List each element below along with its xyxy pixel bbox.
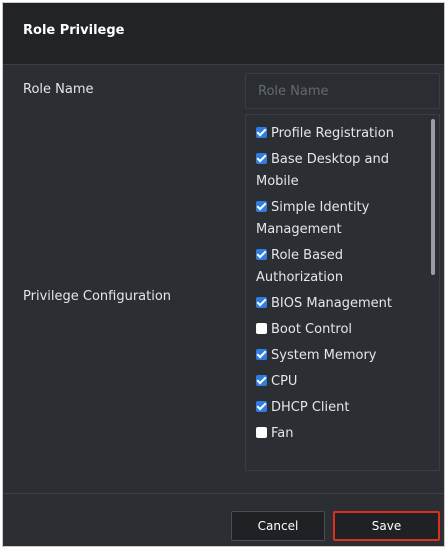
privilege-item[interactable]: BIOS Management	[256, 293, 426, 315]
privilege-item-label: Fan	[271, 426, 294, 441]
privilege-configuration-label: Privilege Configuration	[23, 289, 172, 304]
privilege-item-label: Profile Registration	[271, 126, 394, 141]
privilege-list: Profile Registration Base Desktop and Mob…	[256, 123, 426, 449]
checkbox-checked-icon[interactable]	[256, 375, 267, 386]
save-button[interactable]: Save	[333, 511, 440, 541]
role-privilege-dialog: Role Privilege Role Name Privilege Confi…	[2, 2, 445, 547]
privilege-list-box[interactable]: Profile Registration Base Desktop and Mob…	[245, 114, 440, 471]
privilege-item[interactable]: CPU	[256, 371, 426, 393]
checkbox-checked-icon[interactable]	[256, 349, 267, 360]
role-name-input[interactable]	[245, 73, 440, 109]
checkbox-unchecked-icon[interactable]	[256, 323, 267, 334]
role-name-label: Role Name	[23, 82, 94, 97]
checkbox-unchecked-icon[interactable]	[256, 427, 267, 438]
cancel-button[interactable]: Cancel	[231, 511, 325, 541]
checkbox-checked-icon[interactable]	[256, 401, 267, 412]
privilege-item-label: Boot Control	[271, 322, 353, 337]
dialog-title: Role Privilege	[23, 23, 125, 38]
dialog-header: Role Privilege	[3, 3, 444, 65]
privilege-item-label: Role Based Authorization	[256, 248, 344, 285]
checkbox-checked-icon[interactable]	[256, 127, 267, 138]
privilege-item[interactable]: Fan	[256, 423, 426, 445]
privilege-item[interactable]: Simple Identity Management	[256, 197, 426, 241]
privilege-list-scrollbar[interactable]	[431, 119, 435, 275]
privilege-item-label: System Memory	[271, 348, 377, 363]
privilege-item[interactable]: Base Desktop and Mobile	[256, 149, 426, 193]
dialog-footer: Cancel Save	[3, 493, 444, 546]
privilege-item[interactable]: Boot Control	[256, 319, 426, 341]
privilege-item[interactable]: DHCP Client	[256, 397, 426, 419]
privilege-item[interactable]: Role Based Authorization	[256, 245, 426, 289]
privilege-item[interactable]: Profile Registration	[256, 123, 426, 145]
privilege-item-label: BIOS Management	[271, 296, 393, 311]
privilege-item-label: CPU	[271, 374, 298, 389]
checkbox-checked-icon[interactable]	[256, 153, 267, 164]
privilege-item-label: DHCP Client	[271, 400, 350, 415]
checkbox-checked-icon[interactable]	[256, 201, 267, 212]
checkbox-checked-icon[interactable]	[256, 249, 267, 260]
privilege-item-label: Simple Identity Management	[256, 200, 370, 237]
privilege-item[interactable]: System Memory	[256, 345, 426, 367]
privilege-item-label: Base Desktop and Mobile	[256, 152, 389, 189]
checkbox-checked-icon[interactable]	[256, 297, 267, 308]
